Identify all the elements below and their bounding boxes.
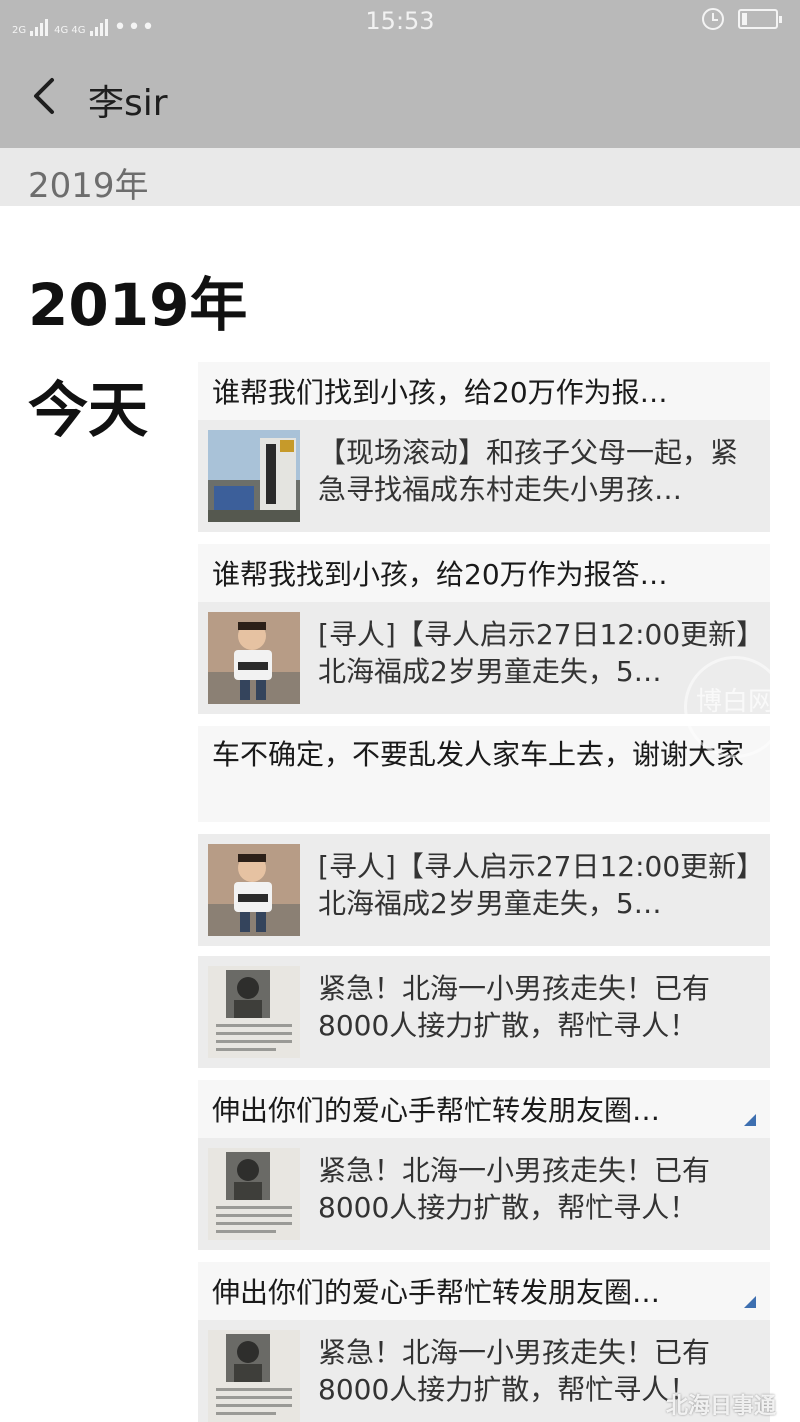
poster-photo (208, 966, 300, 1058)
status-bar: 2G 4G 4G ••• 15:53 (0, 0, 800, 44)
post-text: 车不确定，不要乱发人家车上去，谢谢大家 (212, 738, 745, 771)
card-text: 【现场滚动】和孩子父母一起，紧急寻找福成东村走失小男孩… (318, 436, 739, 506)
child-photo (208, 612, 300, 704)
shared-link-card[interactable]: 紧急！北海一小男孩走失！已有8000人接力扩散，帮忙寻人！ (198, 956, 770, 1068)
day-heading: 今天 (28, 376, 148, 446)
image-corner-icon (744, 1296, 756, 1308)
post-text: 谁帮我们找到小孩，给20万作为报… (212, 376, 668, 409)
year-section-label: 2019年 (28, 166, 149, 206)
shared-link-card[interactable]: [寻人]【寻人启示27日12:00更新】北海福成2岁男童走失，5… (198, 834, 770, 946)
watermark-corner: 北海日事通 (665, 1394, 776, 1419)
watermark-logo: 博白网 (684, 656, 786, 758)
moment-post[interactable]: [寻人]【寻人启示27日12:00更新】北海福成2岁男童走失，5… (198, 834, 770, 946)
moment-post[interactable]: 谁帮我找到小孩，给20万作为报答… [寻人]【寻人启示27日12:00更新】北海… (198, 544, 770, 714)
moment-post[interactable]: 谁帮我们找到小孩，给20万作为报… 【现场滚动】和孩子父母一起，紧急寻找福成东村… (198, 362, 770, 532)
year-section-bar: 2019年 (0, 148, 800, 206)
image-corner-icon (744, 1114, 756, 1126)
year-heading: 2019年 (28, 271, 248, 339)
shared-link-card[interactable]: 紧急！北海一小男孩走失！已有8000人接力扩散，帮忙寻人！ (198, 1138, 770, 1250)
back-arrow-icon[interactable] (28, 76, 64, 116)
post-text: 伸出你们的爱心手帮忙转发朋友圈… (212, 1276, 661, 1309)
battery-level (742, 13, 747, 25)
moment-post[interactable]: 伸出你们的爱心手帮忙转发朋友圈… 紧急！北海一小男孩走失！已有8000人接力扩散… (198, 1080, 770, 1250)
post-text: 谁帮我找到小孩，给20万作为报答… (212, 558, 668, 591)
clock: 15:53 (365, 7, 435, 35)
card-text: 紧急！北海一小男孩走失！已有8000人接力扩散，帮忙寻人！ (318, 1154, 711, 1224)
building-photo (208, 430, 300, 522)
moment-post[interactable]: 紧急！北海一小男孩走失！已有8000人接力扩散，帮忙寻人！ (198, 956, 770, 1068)
battery-icon (738, 9, 782, 29)
header: 李sir (0, 44, 800, 148)
alarm-icon (702, 8, 724, 30)
moment-post[interactable]: 车不确定，不要乱发人家车上去，谢谢大家 (198, 726, 770, 822)
child-photo (208, 844, 300, 936)
poster-photo (208, 1330, 300, 1422)
poster-photo (208, 1148, 300, 1240)
card-text: 紧急！北海一小男孩走失！已有8000人接力扩散，帮忙寻人！ (318, 972, 711, 1042)
card-text: [寻人]【寻人启示27日12:00更新】北海福成2岁男童走失，5… (318, 850, 751, 920)
page-title: 李sir (88, 83, 168, 124)
shared-link-card[interactable]: 【现场滚动】和孩子父母一起，紧急寻找福成东村走失小男孩… (198, 420, 770, 532)
post-text: 伸出你们的爱心手帮忙转发朋友圈… (212, 1094, 661, 1127)
